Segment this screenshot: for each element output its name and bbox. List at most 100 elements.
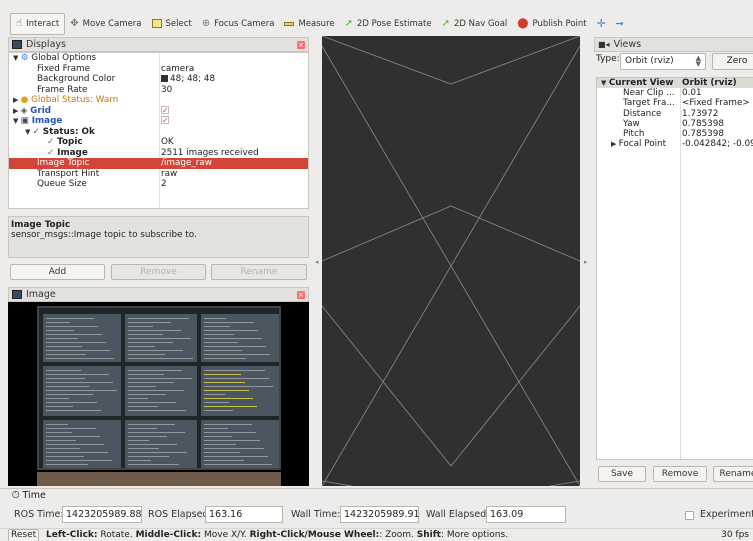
display-row-global-status-warn[interactable]: ▶ ● Global Status: Warn bbox=[9, 95, 308, 106]
terminal-text-line bbox=[46, 424, 68, 425]
display-row-value-cell: 48; 48; 48 bbox=[161, 74, 215, 85]
move-camera-icon: ✥ bbox=[70, 17, 79, 29]
time-bar: ROS Time: 1423205989.88 ROS Elapsed: 163… bbox=[0, 503, 753, 527]
view-row-target-fra-[interactable]: Target Fra... <Fixed Frame> bbox=[597, 98, 753, 108]
view-row-distance[interactable]: Distance 1.73972 bbox=[597, 109, 753, 119]
tool-move-camera[interactable]: ✥ Move Camera bbox=[65, 13, 146, 35]
terminal-text-line bbox=[204, 378, 269, 379]
save-view-button[interactable]: Save bbox=[598, 466, 646, 482]
expand-arrow-icon[interactable]: ▼ bbox=[13, 54, 21, 62]
expand-arrow-icon[interactable]: ▼ bbox=[25, 128, 33, 136]
terminal-text-line bbox=[204, 318, 226, 319]
collapse-arrow-icon[interactable]: ▶ bbox=[13, 107, 21, 115]
wall-elapsed-field[interactable]: 163.09 bbox=[486, 506, 566, 523]
tool-select[interactable]: Select bbox=[147, 13, 197, 35]
display-row-transport-hint[interactable]: Transport Hint raw bbox=[9, 169, 308, 180]
view-row-current-view[interactable]: ▼ Current View Orbit (rviz) bbox=[597, 78, 753, 89]
remove-view-button[interactable]: Remove bbox=[653, 466, 707, 482]
views-title: Views bbox=[613, 39, 642, 50]
add-display-button[interactable]: Add bbox=[10, 264, 105, 280]
left-splitter-handle[interactable]: ◂ bbox=[315, 258, 323, 266]
collapse-arrow-icon[interactable]: ▶ bbox=[611, 140, 619, 148]
minus-icon[interactable]: ━▾ bbox=[611, 13, 629, 35]
expand-arrow-icon[interactable]: ▼ bbox=[13, 117, 21, 125]
collapse-arrow-icon[interactable]: ▶ bbox=[13, 96, 21, 104]
terminal-text-line bbox=[128, 370, 182, 371]
tool-interact[interactable]: ☝ Interact bbox=[10, 12, 66, 35]
displays-tree: ▼ ⚙ Global Options Fixed Frame camera Backg… bbox=[8, 52, 309, 209]
display-row-global-options[interactable]: ▼ ⚙ Global Options bbox=[9, 53, 308, 64]
rename-display-button[interactable]: Rename bbox=[211, 264, 307, 280]
clock-icon: 🕒︎ bbox=[12, 490, 20, 501]
terminal-text-line bbox=[204, 456, 268, 457]
tool-measure[interactable]: Measure bbox=[279, 13, 339, 35]
tool-publish-point[interactable]: ⬤ Publish Point bbox=[512, 13, 591, 35]
display-row-background-color[interactable]: Background Color 48; 48; 48 bbox=[9, 74, 308, 85]
experimental-checkbox[interactable] bbox=[685, 511, 694, 520]
color-swatch-icon[interactable] bbox=[161, 75, 168, 82]
terminal-text-line bbox=[128, 342, 173, 343]
tool-2d-nav-goal[interactable]: ➚ 2D Nav Goal bbox=[437, 13, 513, 35]
terminal-window bbox=[43, 314, 121, 362]
terminal-text-line bbox=[46, 374, 109, 375]
hint-left-click: Left-Click: bbox=[46, 530, 98, 540]
wall-time-field[interactable]: 1423205989.91 bbox=[340, 506, 420, 523]
reset-button[interactable]: Reset bbox=[8, 529, 40, 541]
display-row-grid[interactable]: ▶ ◈ Grid ✓ bbox=[9, 105, 308, 117]
display-row-value-cell: 2511 images received bbox=[161, 148, 259, 159]
terminal-text-line bbox=[46, 406, 73, 407]
display-row-image[interactable]: ✓ Image 2511 images received bbox=[9, 148, 308, 159]
terminal-text-line bbox=[204, 386, 273, 387]
ros-elapsed-field[interactable]: 163.16 bbox=[205, 506, 283, 523]
terminal-text-line bbox=[204, 440, 260, 441]
view-row-pitch[interactable]: Pitch 0.785398 bbox=[597, 129, 753, 139]
terminal-text-line bbox=[128, 386, 156, 387]
display-row-topic[interactable]: ✓ Topic OK bbox=[9, 137, 308, 148]
display-row-frame-rate[interactable]: Frame Rate 30 bbox=[9, 85, 308, 96]
display-row-image[interactable]: ▼ ▣ Image ✓ bbox=[9, 116, 308, 127]
close-displays-icon[interactable]: × bbox=[297, 41, 305, 49]
publish-point-icon: ⬤ bbox=[517, 17, 529, 29]
terminal-text-line bbox=[204, 398, 253, 399]
display-row-image-topic[interactable]: Image Topic/image_raw bbox=[9, 158, 308, 169]
terminal-text-line bbox=[46, 346, 82, 347]
terminal-text-line bbox=[46, 448, 80, 449]
ros-time-field[interactable]: 1423205989.88 bbox=[62, 506, 142, 523]
display-row-label: Background Color bbox=[37, 74, 116, 84]
terminal-text-line bbox=[46, 398, 69, 399]
plus-icon[interactable]: ✛ bbox=[592, 13, 611, 35]
rename-view-button[interactable]: Rename bbox=[713, 466, 753, 482]
tool-focus-camera[interactable]: ⊕ Focus Camera bbox=[197, 13, 280, 35]
view-row-near-clip-[interactable]: Near Clip ... 0.01 bbox=[597, 88, 753, 98]
display-row-fixed-frame[interactable]: Fixed Frame camera bbox=[9, 64, 308, 75]
ros-elapsed-label: ROS Elapsed: bbox=[148, 509, 212, 520]
focus-camera-icon: ⊕ bbox=[201, 17, 211, 29]
display-row-label: Global Options bbox=[31, 53, 97, 63]
terminal-text-line bbox=[204, 342, 238, 343]
view-row-value: <Fixed Frame> bbox=[682, 98, 750, 109]
display-row-queue-size[interactable]: Queue Size 2 bbox=[9, 179, 308, 190]
enabled-checkbox[interactable]: ✓ bbox=[161, 105, 169, 114]
view-row-yaw[interactable]: Yaw 0.785398 bbox=[597, 119, 753, 129]
mouse-hint: Left-Click: Rotate. Middle-Click: Move X… bbox=[46, 529, 508, 541]
display-row-status-ok[interactable]: ▼ ✓ Status: Ok bbox=[9, 127, 308, 138]
terminal-text-line bbox=[204, 382, 245, 383]
tool-2d-pose-estimate[interactable]: ➚ 2D Pose Estimate bbox=[340, 13, 437, 35]
right-splitter-handle[interactable]: ▸ bbox=[584, 258, 592, 266]
remove-display-button[interactable]: Remove bbox=[111, 264, 206, 280]
expand-arrow-icon[interactable]: ▼ bbox=[601, 79, 609, 87]
enabled-checkbox[interactable]: ✓ bbox=[161, 116, 169, 125]
view-type-select[interactable]: Orbit (rviz) ▲ ▼ bbox=[620, 53, 706, 70]
view-row-focal-point[interactable]: ▶ Focal Point -0.042842; -0.090 bbox=[597, 139, 753, 149]
property-description: Image Topic sensor_msgs::Image topic to … bbox=[8, 216, 309, 258]
tool-label: 2D Pose Estimate bbox=[357, 18, 432, 29]
render-viewport[interactable] bbox=[322, 36, 580, 486]
terminal-text-line bbox=[128, 432, 185, 433]
display-row-label: Status: Ok bbox=[42, 126, 95, 137]
close-image-panel-icon[interactable]: × bbox=[297, 291, 305, 299]
terminal-text-line bbox=[128, 436, 167, 437]
terminal-text-line bbox=[46, 338, 78, 339]
terminal-text-line bbox=[46, 334, 102, 335]
tool-label: Move Camera bbox=[82, 18, 142, 29]
zero-button[interactable]: Zero bbox=[712, 53, 753, 70]
